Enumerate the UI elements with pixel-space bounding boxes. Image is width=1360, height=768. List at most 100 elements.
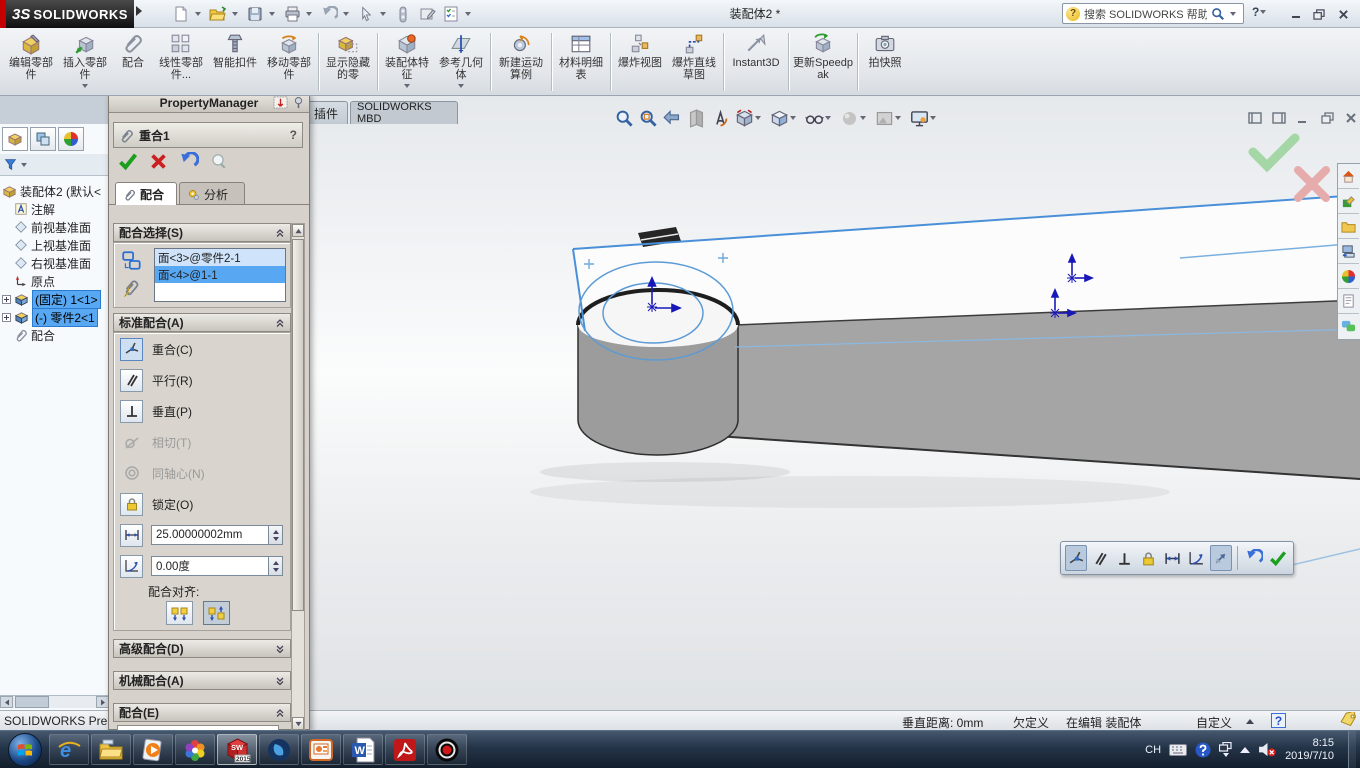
quick-distance-button[interactable] [1162, 545, 1184, 571]
show-hidden-icons[interactable] [1240, 746, 1251, 753]
open-document-icon[interactable] [207, 3, 229, 25]
quick-undo-button[interactable] [1243, 545, 1265, 571]
anti-aligned-button[interactable] [203, 601, 230, 625]
confirm-check-icon[interactable] [1248, 133, 1300, 173]
previous-view-icon[interactable] [662, 107, 683, 129]
taskpane-design-library-icon[interactable] [1338, 214, 1359, 239]
close-button[interactable] [1333, 5, 1353, 23]
keyboard-icon[interactable] [1169, 743, 1188, 756]
ribbon-linear-pattern[interactable]: 线性零部件... [154, 31, 208, 83]
hide-show-items-icon[interactable] [804, 107, 836, 129]
menu-expand-arrow[interactable] [136, 6, 142, 16]
tree-item-part1[interactable]: (固定) 1<1> [2, 289, 101, 309]
standard-mates-header[interactable]: 标准配合(A) [113, 313, 291, 332]
ribbon-reference-geometry[interactable]: 参考几何体 [434, 31, 488, 90]
quick-coincident-button[interactable] [1065, 545, 1088, 571]
expand-icon[interactable] [2, 312, 11, 322]
featuremanager-tab-icon[interactable] [2, 127, 28, 151]
ribbon-mate[interactable]: 配合 [112, 31, 154, 71]
taskpane-forum-icon[interactable] [1338, 314, 1359, 339]
mechanical-mates-header[interactable]: 机械配合(A) [113, 671, 291, 690]
taskbar-windows-explorer[interactable] [91, 734, 131, 765]
quick-accept-button[interactable] [1267, 545, 1289, 571]
taskbar-internet-explorer[interactable]: e [49, 734, 89, 765]
apply-scene-icon[interactable] [874, 107, 906, 129]
mate-perpendicular-row[interactable]: 垂直(P) [120, 399, 192, 423]
ribbon-smart-fasteners[interactable]: 智能扣件 [208, 31, 262, 71]
help-tray-icon[interactable] [1195, 742, 1211, 758]
scroll-thumb[interactable] [15, 696, 49, 708]
show-desktop-button[interactable] [1348, 730, 1356, 768]
selection-filter-icon[interactable] [392, 3, 414, 25]
distance-icon[interactable] [120, 523, 143, 547]
angle-spinner[interactable] [269, 556, 283, 576]
perpendicular-icon[interactable] [120, 399, 143, 423]
ok-check-icon[interactable] [117, 151, 139, 171]
tree-filter-bar[interactable] [0, 154, 110, 176]
input-language[interactable]: CH [1145, 744, 1161, 756]
taskbar-media-player[interactable] [133, 734, 173, 765]
ribbon-move-component[interactable]: 移动零部件 [262, 31, 316, 83]
angle-input[interactable]: 0.00度 [151, 556, 269, 576]
section-view-icon[interactable] [686, 107, 707, 129]
display-style-icon[interactable] [769, 107, 801, 129]
tag-icon[interactable] [1340, 712, 1357, 727]
taskbar-powerpoint[interactable] [301, 734, 341, 765]
quick-perpendicular-button[interactable] [1113, 545, 1135, 571]
ribbon-show-hidden[interactable]: 显示隐藏的零 [321, 31, 375, 83]
custom-caret-icon[interactable] [1246, 719, 1254, 724]
taskbar-word[interactable]: W [343, 734, 383, 765]
propertymanager-tab-icon[interactable] [30, 127, 56, 151]
mate-parallel-row[interactable]: 平行(R) [120, 368, 193, 392]
expand-icon[interactable] [2, 294, 11, 304]
new-document-icon[interactable] [170, 3, 192, 25]
cancel-x-icon[interactable] [149, 152, 168, 171]
pane-split2-icon[interactable] [1270, 110, 1288, 126]
zoom-area-icon[interactable] [638, 107, 659, 129]
mate-coincident-row[interactable]: 重合(C) [120, 337, 193, 361]
ribbon-edit-component[interactable]: 编辑零部件 [4, 31, 58, 83]
cancel-x-icon[interactable] [1294, 166, 1330, 202]
distance-spinner[interactable] [269, 525, 283, 545]
angle-row[interactable]: 0.00度 [120, 554, 283, 578]
restore-button[interactable] [1309, 5, 1329, 23]
doc-restore-icon[interactable] [1318, 110, 1336, 126]
taskbar-photo-app[interactable] [175, 734, 215, 765]
save-icon[interactable] [244, 3, 266, 25]
taskpane-appearances-icon[interactable] [1338, 264, 1359, 289]
tree-item-annotations[interactable]: 注解 [14, 200, 55, 218]
taskpane-home-icon[interactable] [1338, 164, 1359, 189]
coincident-icon[interactable] [120, 337, 143, 361]
undo-icon[interactable] [318, 3, 340, 25]
tree-item-mates[interactable]: 配合 [14, 326, 55, 344]
angle-icon[interactable] [120, 554, 143, 578]
scroll-left-icon[interactable] [0, 696, 13, 708]
mate-tangent-row[interactable]: 相切(T) [120, 430, 191, 454]
zoom-fit-icon[interactable] [614, 107, 635, 129]
tree-item-origin[interactable]: 原点 [14, 272, 55, 290]
advanced-mates-header[interactable]: 高级配合(D) [113, 639, 291, 658]
window-switch-icon[interactable] [1219, 742, 1232, 757]
pane-split-icon[interactable] [1246, 110, 1264, 126]
view-settings-icon[interactable] [909, 107, 941, 129]
multi-mate-clip-icon[interactable] [121, 277, 143, 299]
taskpane-file-explorer-icon[interactable] [1338, 239, 1359, 264]
status-help-icon[interactable]: ? [1271, 713, 1286, 728]
quick-angle-button[interactable] [1186, 545, 1208, 571]
auto-show-icon[interactable] [273, 96, 288, 109]
ribbon-insert-component[interactable]: 插入零部件 [58, 31, 112, 90]
status-custom-dropdown[interactable]: 自定义 [1196, 714, 1232, 731]
start-button[interactable] [8, 732, 42, 767]
tab-addins[interactable]: 插件 [304, 101, 348, 124]
print-icon[interactable] [281, 3, 303, 25]
mate-concentric-row[interactable]: 同轴心(N) [120, 461, 205, 485]
tree-item-front-plane[interactable]: 前视基准面 [14, 218, 91, 236]
tree-item-root[interactable]: 装配体2 (默认< [2, 182, 101, 200]
ribbon-bom[interactable]: 材料明细表 [554, 31, 608, 83]
pm-scrollbar[interactable] [291, 223, 305, 731]
ribbon-take-snapshot[interactable]: 拍快照 [860, 31, 910, 71]
ribbon-instant3d[interactable]: Instant3D [726, 31, 786, 71]
minimize-button[interactable] [1286, 5, 1306, 23]
mates-list-header[interactable]: 配合(E) [113, 703, 291, 722]
tray-clock[interactable]: 8:15 2019/7/10 [1285, 737, 1340, 763]
